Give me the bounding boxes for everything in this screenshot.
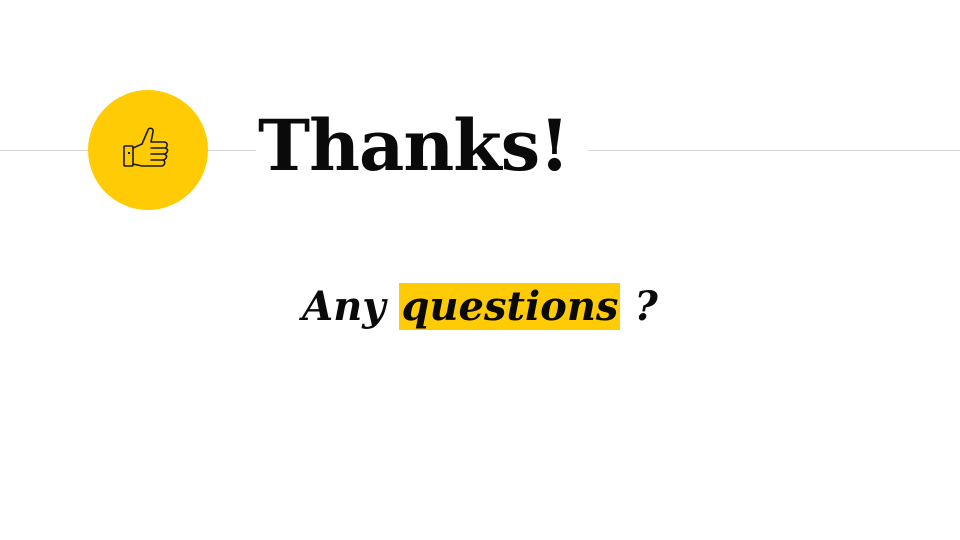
slide-subtitle: Any questions ? [0, 274, 960, 340]
subtitle-text-before: Any [302, 283, 400, 330]
divider-line-right [588, 150, 960, 151]
thumbs-up-icon [123, 127, 169, 167]
subtitle-text-after: ? [620, 283, 658, 330]
subtitle-highlight: questions [399, 283, 621, 330]
slide-title: Thanks! [258, 104, 570, 187]
thumbs-up-badge [88, 90, 208, 210]
slide: Thanks! Any questions ? [0, 0, 960, 540]
